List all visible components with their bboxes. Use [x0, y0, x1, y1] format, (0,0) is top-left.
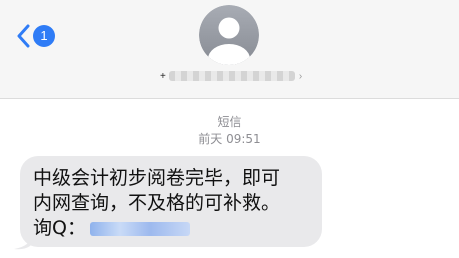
message-bubble[interactable]: 中级会计初步阅卷完毕，即可 内网查询，不及格的可补救。 询Q： — [20, 156, 322, 247]
unread-count-badge: 1 — [33, 25, 55, 47]
message-line: 中级会计初步阅卷完毕，即可 — [33, 167, 281, 189]
message-line: 询Q： — [33, 216, 310, 241]
message-line: 内网查询，不及格的可补救。 — [33, 192, 281, 214]
back-button[interactable]: 1 — [16, 22, 66, 50]
contact-name[interactable]: + › — [160, 68, 302, 84]
service-label: 短信 — [217, 115, 242, 129]
person-silhouette-icon — [199, 5, 259, 65]
redacted-phone-number — [168, 71, 295, 81]
chevron-left-icon — [17, 24, 30, 48]
contact-avatar[interactable] — [199, 5, 259, 65]
contact-number-prefix: + — [160, 70, 166, 82]
message-timestamp: 前天 09:51 — [198, 132, 261, 146]
conversation-header: 1 + › — [0, 0, 459, 99]
chevron-right-icon: › — [298, 70, 303, 82]
message-line-text: 询Q： — [33, 217, 86, 239]
redacted-link[interactable] — [89, 221, 190, 236]
